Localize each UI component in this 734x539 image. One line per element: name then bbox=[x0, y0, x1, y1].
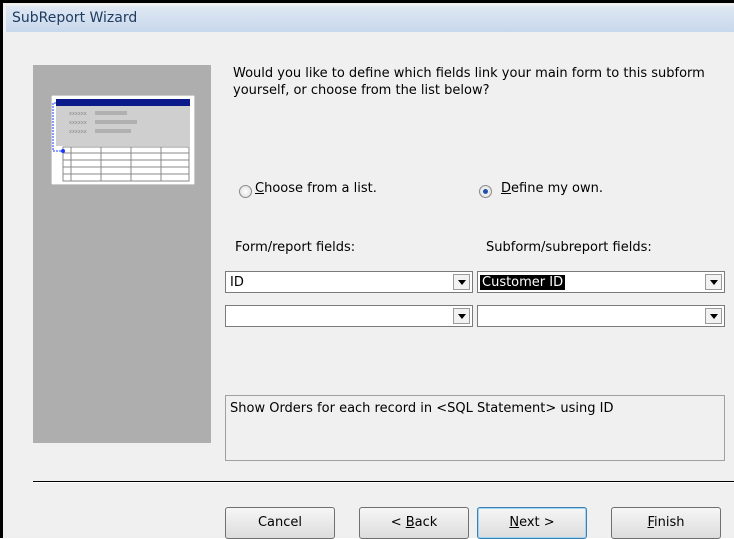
define-my-own-radio[interactable] bbox=[479, 185, 492, 198]
form-fields-label: Form/report fields: bbox=[235, 240, 356, 255]
subform-field-combo[interactable] bbox=[477, 305, 725, 327]
chevron-down-icon[interactable] bbox=[705, 308, 722, 324]
chevron-down-icon[interactable] bbox=[453, 308, 470, 324]
finish-button[interactable]: Finish bbox=[611, 507, 721, 539]
placeholder-text: xxxxxx bbox=[69, 129, 87, 135]
subform-field-combo[interactable]: Customer ID bbox=[477, 271, 725, 293]
separator bbox=[33, 481, 734, 483]
back-button[interactable]: < Back bbox=[359, 507, 469, 539]
window-title: SubReport Wizard bbox=[12, 10, 138, 26]
title-bar: SubReport Wizard bbox=[6, 6, 734, 32]
combo-value: ID bbox=[230, 275, 244, 290]
subform-fields-label: Subform/subreport fields: bbox=[486, 240, 652, 255]
choose-from-list-radio[interactable] bbox=[239, 185, 252, 198]
chevron-down-icon[interactable] bbox=[453, 274, 470, 290]
define-my-own-label: Define my own. bbox=[501, 181, 604, 196]
link-summary-text: Show Orders for each record in <SQL Stat… bbox=[230, 401, 614, 416]
chevron-down-icon[interactable] bbox=[705, 274, 722, 290]
wizard-window: SubReport Wizard xxxxxx xxxxxx xxxxxx Wo… bbox=[0, 0, 734, 539]
form-field-combo[interactable] bbox=[225, 305, 473, 327]
cancel-button[interactable]: Cancel bbox=[225, 507, 335, 539]
combo-value: Customer ID bbox=[480, 275, 566, 290]
question-text: Would you like to define which fields li… bbox=[233, 66, 705, 98]
placeholder-text: xxxxxx bbox=[69, 120, 87, 126]
form-field-combo[interactable]: ID bbox=[225, 271, 473, 293]
link-summary-box: Show Orders for each record in <SQL Stat… bbox=[225, 395, 725, 461]
next-button[interactable]: Next > bbox=[477, 507, 587, 539]
link-illustration: xxxxxx xxxxxx xxxxxx bbox=[51, 95, 195, 185]
choose-from-list-label: Choose from a list. bbox=[255, 181, 377, 196]
placeholder-text: xxxxxx bbox=[69, 111, 87, 117]
